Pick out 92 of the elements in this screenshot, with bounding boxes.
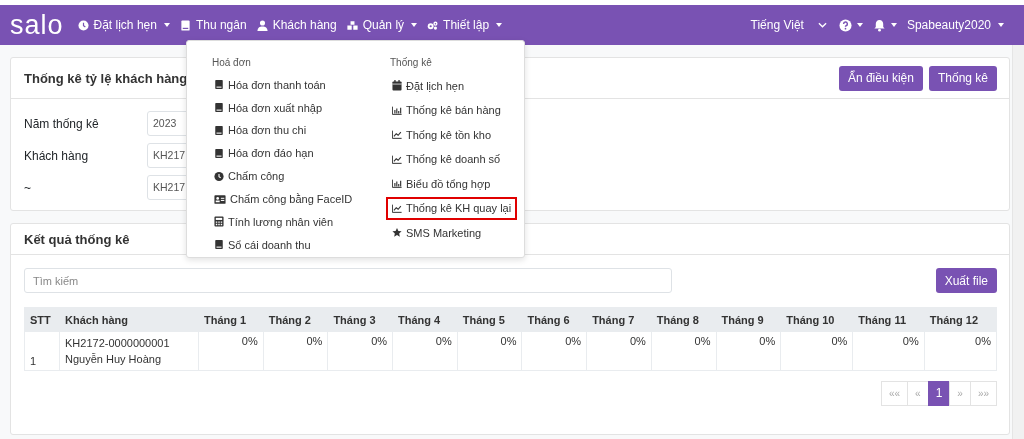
table-cell: 1: [30, 355, 37, 367]
clock-icon: [214, 170, 224, 182]
column-header: Tháng 5: [457, 307, 522, 332]
menu-item[interactable]: Hóa đơn đáo hạn: [208, 142, 320, 164]
notifications-button[interactable]: [872, 18, 897, 32]
menu-item[interactable]: Hóa đơn thu chi: [208, 119, 313, 142]
column-header: Tháng 2: [263, 307, 328, 332]
table-cell: 0%: [902, 335, 919, 347]
menu-heading: Hoá đơn: [212, 57, 251, 68]
brand-logo[interactable]: salo: [10, 11, 64, 39]
column-header: Tháng 1: [198, 307, 264, 332]
table-cell: 0%: [831, 335, 848, 347]
nav-menu-item[interactable]: Thiết lập: [427, 18, 503, 32]
scrollbar[interactable]: [1012, 45, 1024, 439]
menu-item[interactable]: Thống kê doanh số: [386, 147, 507, 171]
caret-icon: [856, 23, 863, 27]
menu-item[interactable]: Hóa đơn xuất nhập: [208, 96, 329, 119]
help-menu-button[interactable]: [838, 18, 863, 32]
column-header: Tháng 9: [716, 307, 781, 332]
table-cell: 0%: [629, 335, 646, 347]
action-button[interactable]: Ẩn điều kiện: [838, 65, 923, 91]
menu-item[interactable]: Chấm công bằng FaceID: [208, 188, 359, 210]
column-header: Tháng 10: [780, 307, 853, 332]
field-label: Khách hàng: [24, 148, 90, 163]
caret-icon: [890, 23, 897, 27]
menu-item[interactable]: Thống kê KH quay lại: [386, 196, 518, 220]
chevron-down-icon[interactable]: [817, 22, 827, 28]
book-icon: [214, 239, 224, 251]
line-chart-icon: [392, 153, 402, 165]
line-chart-icon: [392, 129, 402, 140]
book-icon: [179, 19, 191, 31]
nav-menu-item[interactable]: Quản lý: [346, 18, 418, 32]
column-header: STT: [24, 307, 60, 332]
table-cell: 0%: [371, 335, 388, 347]
table-cell: 0%: [500, 335, 517, 347]
table-cell: 0%: [565, 335, 582, 347]
book-icon: [214, 147, 224, 159]
customer-code: KH2172-0000000001: [65, 336, 171, 351]
help-icon: [838, 18, 852, 32]
cubes-icon: [346, 19, 358, 31]
menu-item[interactable]: Hóa đơn thanh toán: [208, 74, 332, 96]
star-icon: [392, 227, 402, 238]
language-selector[interactable]: Tiếng Việt: [750, 18, 804, 32]
table-cell: 0%: [975, 335, 991, 347]
user-icon: [256, 19, 268, 31]
field-label: Năm thống kê: [24, 116, 100, 131]
field-label: ~: [24, 180, 32, 195]
menu-item[interactable]: Thống kê tồn kho: [386, 123, 497, 146]
bar-chart-icon: [392, 178, 402, 189]
book-icon: [214, 124, 224, 136]
menu-item[interactable]: Biểu đồ tổng hợp: [386, 172, 497, 195]
bell-icon: [872, 18, 886, 32]
id-card-icon: [214, 193, 226, 205]
table-cell: 0%: [241, 335, 258, 347]
line-chart-icon: [392, 202, 402, 214]
card-title: Kết quả thống kê: [24, 231, 130, 247]
gears-icon: [427, 19, 439, 31]
column-header: Tháng 4: [392, 307, 458, 332]
caret-icon: [998, 23, 1004, 27]
table-cell: 0%: [694, 335, 711, 347]
table-cell: 0%: [759, 335, 776, 347]
column-header: Tháng 11: [852, 307, 925, 332]
column-header: Tháng 8: [651, 307, 716, 332]
table-cell: 0%: [435, 335, 452, 347]
book-icon: [214, 79, 224, 91]
action-button[interactable]: Thống kê: [928, 65, 997, 91]
nav-menu-item[interactable]: Đặt lịch hẹn: [77, 18, 170, 32]
menu-item[interactable]: Chấm công: [208, 165, 291, 187]
calendar-icon: [392, 80, 402, 91]
menu-heading: Thống kê: [390, 57, 432, 68]
card-title: Thống kê tỷ lệ khách hàng: [24, 70, 188, 86]
column-header: Tháng 3: [327, 307, 393, 332]
column-header: Tháng 6: [521, 307, 587, 332]
customer-name: Nguyễn Huy Hoàng: [65, 352, 162, 367]
column-header: Khách hàng: [59, 307, 199, 332]
menu-item[interactable]: Sổ cái doanh thu: [208, 234, 317, 256]
menu-item[interactable]: SMS Marketing: [386, 221, 488, 244]
column-header: Tháng 7: [586, 307, 652, 332]
table-cell: 0%: [306, 335, 323, 347]
export-button[interactable]: Xuất file: [935, 268, 997, 293]
column-header: Tháng 12: [924, 307, 997, 332]
menu-item[interactable]: Thống kê bán hàng: [386, 98, 507, 122]
book-icon: [214, 102, 224, 114]
search-field[interactable]: Tìm kiếm: [24, 268, 672, 293]
nav-menu-item[interactable]: Thu ngân: [179, 18, 247, 32]
nav-menu-item[interactable]: Khách hàng: [256, 18, 337, 32]
menu-item[interactable]: Đặt lịch hẹn: [386, 74, 471, 97]
calculator-icon: [214, 216, 224, 228]
bar-chart-icon: [392, 104, 402, 116]
clock-icon: [77, 19, 89, 31]
menu-item[interactable]: Tính lương nhân viên: [208, 211, 340, 233]
user-menu[interactable]: Spabeauty2020: [906, 18, 1004, 32]
